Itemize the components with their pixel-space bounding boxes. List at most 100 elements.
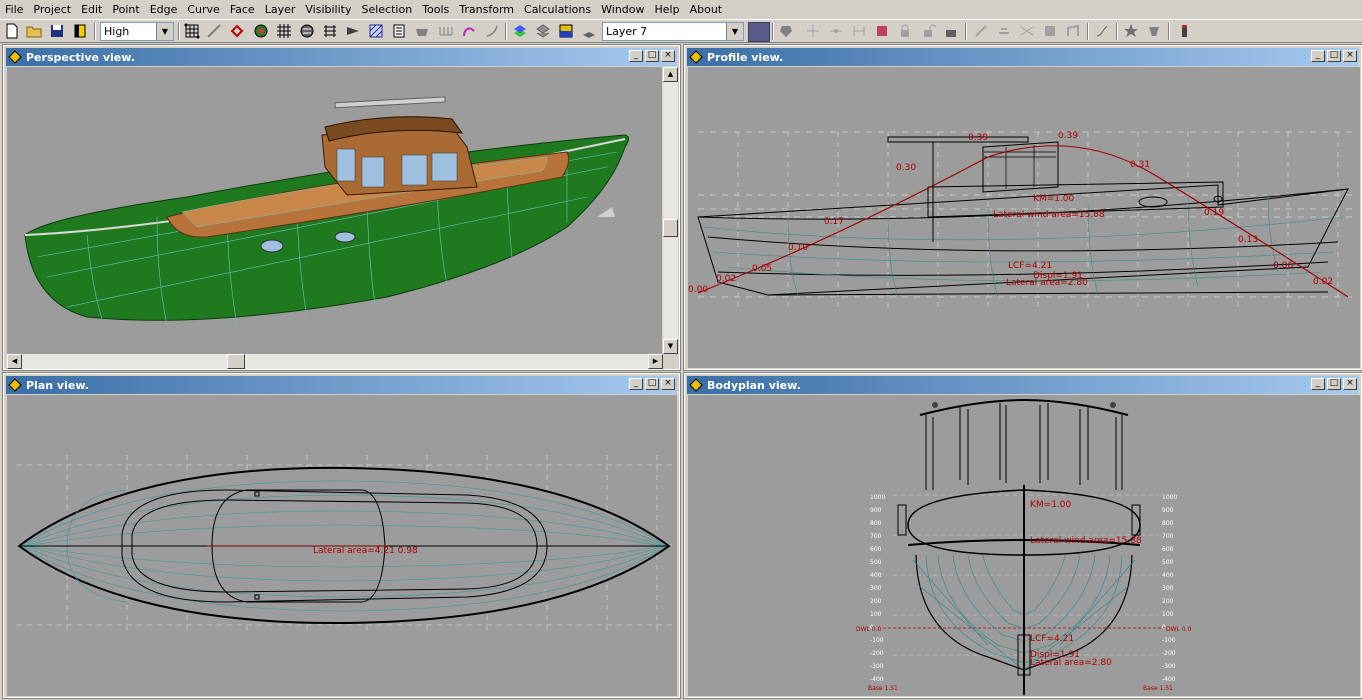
control-net-icon[interactable] <box>183 22 201 40</box>
base-label: Base 1.51 <box>1143 685 1173 692</box>
lock-icon[interactable] <box>896 22 914 40</box>
perspective-title: Perspective view. <box>26 50 135 64</box>
profile-canvas[interactable]: 0.00 0.02 0.05 0.10 0.17 0.30 0.39 0.39 … <box>688 67 1360 368</box>
split-edge-icon[interactable] <box>1018 22 1036 40</box>
buttocks-icon[interactable] <box>321 22 339 40</box>
menu-project[interactable]: Project <box>28 0 76 19</box>
shade-icon[interactable] <box>252 22 270 40</box>
close-button[interactable]: × <box>661 378 675 390</box>
curve-tool-icon[interactable] <box>1093 22 1111 40</box>
interior-edges-icon[interactable] <box>205 22 223 40</box>
maximize-button[interactable]: □ <box>645 378 659 390</box>
menu-layer[interactable]: Layer <box>260 0 301 19</box>
scroll-thumb[interactable] <box>227 354 245 369</box>
extrude-icon[interactable] <box>850 22 868 40</box>
layer-select[interactable]: Layer 7 ▼ <box>602 22 744 41</box>
new-file-icon[interactable] <box>3 22 21 40</box>
plan-window: Plan view. _ □ × Lateral area=4.21 0.98 <box>2 372 681 699</box>
bodyplan-titlebar[interactable]: Bodyplan view. _ □ × <box>687 376 1359 394</box>
unlock-icon[interactable] <box>919 22 937 40</box>
open-folder-icon[interactable] <box>25 22 43 40</box>
perspective-titlebar[interactable]: Perspective view. _ □ × <box>6 48 677 66</box>
plan-titlebar[interactable]: Plan view. _ □ × <box>6 376 677 394</box>
save-icon[interactable] <box>48 22 66 40</box>
perspective-canvas[interactable] <box>7 67 662 354</box>
precision-select[interactable]: High ▼ <box>100 22 174 41</box>
menu-face[interactable]: Face <box>225 0 260 19</box>
collapse-icon[interactable] <box>1041 22 1059 40</box>
insert-point-icon[interactable] <box>827 22 845 40</box>
close-button[interactable]: × <box>1343 378 1357 390</box>
horizontal-scrollbar[interactable]: ◀ ▶ <box>7 354 663 369</box>
menu-point[interactable]: Point <box>107 0 144 19</box>
flowlines-icon[interactable] <box>437 22 455 40</box>
unlock-all-icon[interactable] <box>942 22 960 40</box>
minimize-button[interactable]: _ <box>629 50 643 62</box>
menu-selection[interactable]: Selection <box>356 0 417 19</box>
profile-titlebar[interactable]: Profile view. _ □ × <box>687 48 1359 66</box>
menu-edge[interactable]: Edge <box>145 0 183 19</box>
menu-visibility[interactable]: Visibility <box>300 0 356 19</box>
markers-icon[interactable] <box>390 22 408 40</box>
star-icon[interactable] <box>1122 22 1140 40</box>
diagonals-icon[interactable] <box>367 22 385 40</box>
scroll-down-icon[interactable]: ▼ <box>663 339 678 354</box>
menu-calculations[interactable]: Calculations <box>519 0 596 19</box>
exit-icon[interactable] <box>71 22 89 40</box>
minimize-button[interactable]: _ <box>1311 50 1325 62</box>
curvature-icon[interactable] <box>228 22 246 40</box>
shield-icon[interactable] <box>777 22 795 40</box>
grid-icon[interactable] <box>275 22 293 40</box>
maximize-button[interactable]: □ <box>1327 50 1341 62</box>
mirror-icon[interactable] <box>873 22 891 40</box>
menu-file[interactable]: File <box>0 0 28 19</box>
tick-label: 900 <box>1162 507 1174 514</box>
crease-icon[interactable] <box>1064 22 1082 40</box>
settings-icon[interactable] <box>1145 22 1163 40</box>
curve-value-label: 0.10 <box>788 243 808 253</box>
close-button[interactable]: × <box>1343 50 1357 62</box>
menu-window[interactable]: Window <box>596 0 649 19</box>
curve-magenta-icon[interactable] <box>460 22 478 40</box>
km-label: KM=1.00 <box>1033 194 1075 204</box>
pen-icon[interactable] <box>1175 22 1193 40</box>
curve-value-label: 0.02 <box>716 274 736 284</box>
close-button[interactable]: × <box>661 50 675 62</box>
tick-label: -100 <box>1162 637 1176 644</box>
layer-properties-icon[interactable] <box>580 22 598 40</box>
menu-edit[interactable]: Edit <box>76 0 107 19</box>
scroll-left-icon[interactable]: ◀ <box>7 354 22 369</box>
plan-canvas[interactable]: Lateral area=4.21 0.98 <box>7 395 677 696</box>
vertical-scrollbar[interactable]: ▲ ▼ <box>663 67 678 354</box>
curve-value-label: 0.39 <box>968 133 988 143</box>
layer-visibility-icon[interactable] <box>511 22 529 40</box>
curve-grey-icon[interactable] <box>483 22 501 40</box>
minimize-button[interactable]: _ <box>629 378 643 390</box>
menu-help[interactable]: Help <box>650 0 685 19</box>
bodyplan-canvas[interactable]: 1000 900 800 700 600 500 400 300 200 100… <box>688 395 1360 696</box>
add-point-icon[interactable] <box>804 22 822 40</box>
window-icon <box>8 378 22 392</box>
menu-curve[interactable]: Curve <box>182 0 224 19</box>
hull-shape-icon[interactable] <box>413 22 431 40</box>
minimize-button[interactable]: _ <box>1311 378 1325 390</box>
menu-about[interactable]: About <box>685 0 728 19</box>
layer-color-icon[interactable] <box>557 22 575 40</box>
edge-tool-icon[interactable] <box>972 22 990 40</box>
menu-tools[interactable]: Tools <box>417 0 454 19</box>
face-tool-icon[interactable] <box>995 22 1013 40</box>
layer-stack-icon[interactable] <box>534 22 552 40</box>
maximize-button[interactable]: □ <box>1327 378 1341 390</box>
scroll-right-icon[interactable]: ▶ <box>648 354 663 369</box>
layer-color-swatch[interactable] <box>748 22 770 42</box>
scroll-up-icon[interactable]: ▲ <box>663 67 678 82</box>
menu-transform[interactable]: Transform <box>454 0 519 19</box>
window-icon <box>8 50 22 64</box>
stations-icon[interactable] <box>298 22 316 40</box>
tick-label: 1000 <box>1162 494 1177 501</box>
tick-label: 600 <box>870 546 882 553</box>
curve-value-label: 0.02 <box>1313 277 1333 287</box>
waterlines-icon[interactable] <box>344 22 362 40</box>
scroll-thumb[interactable] <box>663 219 678 237</box>
maximize-button[interactable]: □ <box>645 50 659 62</box>
